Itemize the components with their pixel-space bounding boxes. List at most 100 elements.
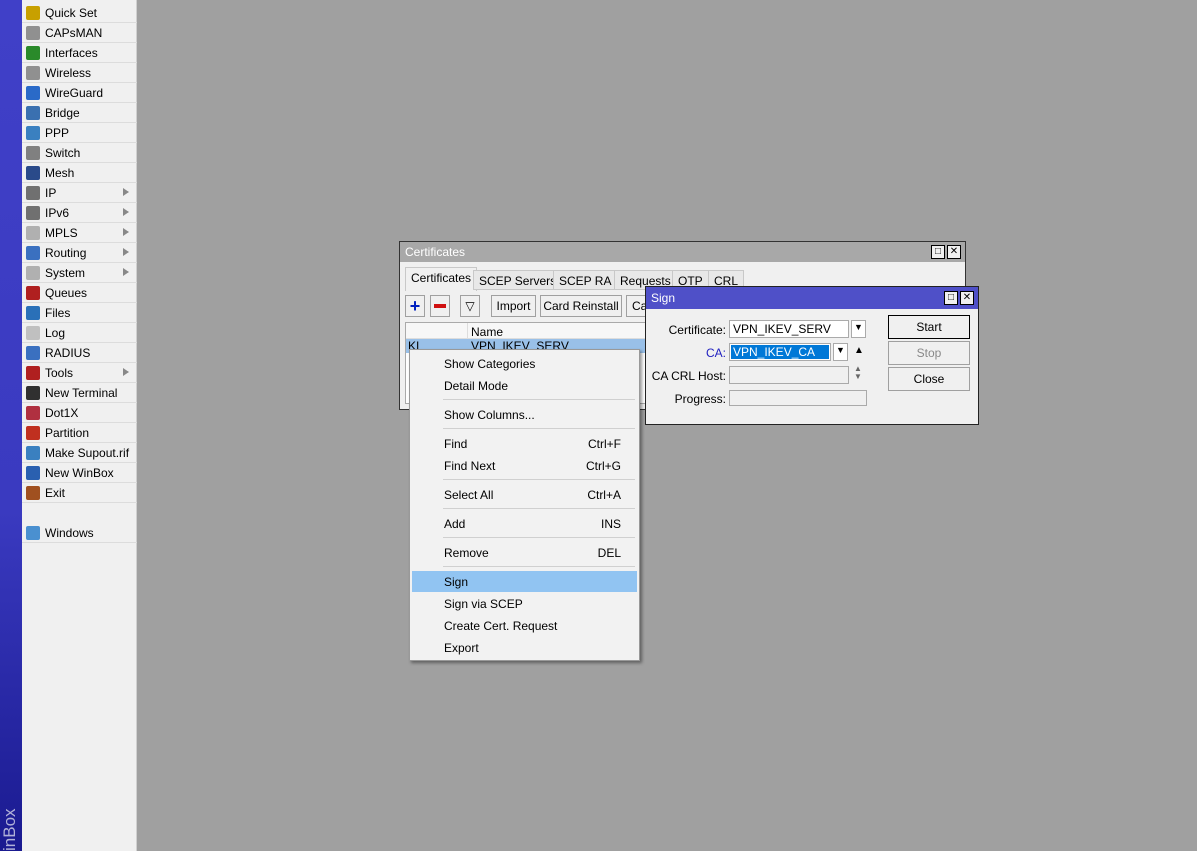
queues-icon bbox=[26, 285, 40, 300]
sidebar-item-label: Queues bbox=[45, 285, 88, 300]
menu-item-label: Select All bbox=[444, 487, 494, 502]
mpls-icon bbox=[26, 225, 40, 240]
close-button[interactable]: ✕ bbox=[947, 245, 961, 259]
certificate-dropdown-icon[interactable]: ▼ bbox=[851, 320, 866, 338]
column-flags[interactable] bbox=[406, 323, 468, 338]
ca-value: VPN_IKEV_CA bbox=[731, 345, 829, 359]
ca-remove-arrow-icon[interactable]: ▲ bbox=[854, 345, 864, 356]
submenu-arrow-icon bbox=[123, 228, 129, 236]
certificate-field[interactable]: VPN_IKEV_SERV bbox=[729, 320, 849, 338]
tab-scep-ra[interactable]: SCEP RA bbox=[553, 270, 618, 290]
sidebar-item-exit[interactable]: Exit bbox=[22, 483, 137, 503]
sidebar-item-tools[interactable]: Tools bbox=[22, 363, 137, 383]
menu-separator bbox=[443, 508, 635, 509]
menu-separator bbox=[443, 566, 635, 567]
sidebar-item-ip[interactable]: IP bbox=[22, 183, 137, 203]
terminal-icon bbox=[26, 385, 40, 400]
menu-item-remove[interactable]: Remove DEL bbox=[412, 542, 637, 563]
sidebar-item-new-winbox[interactable]: New WinBox bbox=[22, 463, 137, 483]
sidebar-item-label: Dot1X bbox=[45, 405, 79, 420]
card-reinstall-button[interactable]: Card Reinstall bbox=[540, 295, 622, 317]
sidebar-item-dot1x[interactable]: Dot1X bbox=[22, 403, 137, 423]
import-button[interactable]: Import bbox=[491, 295, 536, 317]
sidebar-item-new-terminal[interactable]: New Terminal bbox=[22, 383, 137, 403]
maximize-button[interactable]: □ bbox=[931, 245, 945, 259]
menu-item-find[interactable]: Find Ctrl+F bbox=[412, 433, 637, 454]
supout-icon bbox=[26, 445, 40, 460]
sidebar-item-routing[interactable]: Routing bbox=[22, 243, 137, 263]
sidebar-item-wireless[interactable]: Wireless bbox=[22, 63, 137, 83]
menu-item-show-categories[interactable]: Show Categories bbox=[412, 353, 637, 374]
submenu-arrow-icon bbox=[123, 268, 129, 276]
menu-item-label: Find bbox=[444, 436, 468, 451]
ca-field[interactable]: VPN_IKEV_CA bbox=[729, 343, 831, 361]
sidebar-item-switch[interactable]: Switch bbox=[22, 143, 137, 163]
sidebar-item-label: Switch bbox=[45, 145, 81, 160]
context-menu: Show Categories Detail Mode Show Columns..… bbox=[409, 349, 640, 661]
sidebar-item-windows[interactable]: Windows bbox=[22, 523, 137, 543]
submenu-arrow-icon bbox=[123, 368, 129, 376]
sidebar-item-files[interactable]: Files bbox=[22, 303, 137, 323]
sidebar-item-mesh[interactable]: Mesh bbox=[22, 163, 137, 183]
sidebar-item-ppp[interactable]: PPP bbox=[22, 123, 137, 143]
sidebar-item-partition[interactable]: Partition bbox=[22, 423, 137, 443]
sidebar-item-system[interactable]: System bbox=[22, 263, 137, 283]
menu-item-label: Export bbox=[444, 640, 479, 655]
menu-item-show-columns[interactable]: Show Columns... bbox=[412, 404, 637, 425]
sidebar-item-radius[interactable]: RADIUS bbox=[22, 343, 137, 363]
tab-certificates[interactable]: Certificates bbox=[405, 267, 478, 291]
winbox-brand-strip: inBox bbox=[0, 0, 22, 851]
sidebar-item-interfaces[interactable]: Interfaces bbox=[22, 43, 137, 63]
certificates-titlebar[interactable]: Certificates bbox=[400, 242, 965, 262]
partition-icon bbox=[26, 425, 40, 440]
menu-item-shortcut: Ctrl+A bbox=[587, 487, 621, 502]
close-dialog-button[interactable]: Close bbox=[888, 367, 970, 391]
menu-item-find-next[interactable]: Find Next Ctrl+G bbox=[412, 455, 637, 476]
menu-item-export[interactable]: Export bbox=[412, 637, 637, 658]
filter-icon[interactable]: ▽ bbox=[460, 295, 480, 317]
sign-titlebar[interactable]: Sign bbox=[646, 287, 978, 309]
tab-scep-servers[interactable]: SCEP Servers bbox=[473, 270, 563, 290]
sidebar-item-label: Bridge bbox=[45, 105, 80, 120]
menu-item-label: Remove bbox=[444, 545, 489, 560]
sidebar-item-label: PPP bbox=[45, 125, 70, 140]
menu-item-label: Sign via SCEP bbox=[444, 596, 523, 611]
bridge-icon bbox=[26, 105, 40, 120]
menu-item-label: Detail Mode bbox=[444, 378, 509, 393]
crl-add-arrows-icon[interactable]: ▲ ▼ bbox=[854, 365, 862, 381]
ca-dropdown-icon[interactable]: ▼ bbox=[833, 343, 848, 361]
stop-button[interactable]: Stop bbox=[888, 341, 970, 365]
menu-item-sign[interactable]: Sign bbox=[412, 571, 637, 592]
start-button[interactable]: Start bbox=[888, 315, 970, 339]
sidebar-item-label: Partition bbox=[45, 425, 90, 440]
remove-icon[interactable] bbox=[430, 295, 450, 317]
sidebar-item-label: Quick Set bbox=[45, 5, 98, 20]
sidebar-item-queues[interactable]: Queues bbox=[22, 283, 137, 303]
maximize-button[interactable]: □ bbox=[944, 291, 958, 305]
menu-item-add[interactable]: Add INS bbox=[412, 513, 637, 534]
menu-item-select-all[interactable]: Select All Ctrl+A bbox=[412, 484, 637, 505]
column-name[interactable]: Name bbox=[468, 323, 506, 339]
close-button[interactable]: ✕ bbox=[960, 291, 974, 305]
menu-item-shortcut: Ctrl+G bbox=[585, 458, 621, 473]
menu-item-create-cert-request[interactable]: Create Cert. Request bbox=[412, 615, 637, 636]
menu-item-detail-mode[interactable]: Detail Mode bbox=[412, 375, 637, 396]
menu-item-sign-via-scep[interactable]: Sign via SCEP bbox=[412, 593, 637, 614]
menu-item-label: Show Columns... bbox=[444, 407, 535, 422]
ca-label: CA: bbox=[705, 346, 726, 360]
sidebar-item-mpls[interactable]: MPLS bbox=[22, 223, 137, 243]
sidebar-item-quick-set[interactable]: Quick Set bbox=[22, 3, 137, 23]
interfaces-icon bbox=[26, 45, 40, 60]
sidebar-item-log[interactable]: Log bbox=[22, 323, 137, 343]
crl-host-field[interactable] bbox=[729, 366, 849, 384]
sidebar-item-ipv6[interactable]: IPv6 bbox=[22, 203, 137, 223]
menu-item-label: Add bbox=[444, 516, 466, 531]
add-icon[interactable]: + bbox=[405, 295, 425, 317]
sidebar-item-wireguard[interactable]: WireGuard bbox=[22, 83, 137, 103]
sidebar-item-bridge[interactable]: Bridge bbox=[22, 103, 137, 123]
sidebar-item-make-supout-rif[interactable]: Make Supout.rif bbox=[22, 443, 137, 463]
system-icon bbox=[26, 265, 40, 280]
radius-icon bbox=[26, 345, 40, 360]
sidebar-item-label: CAPsMAN bbox=[45, 25, 103, 40]
sidebar-item-capsman[interactable]: CAPsMAN bbox=[22, 23, 137, 43]
